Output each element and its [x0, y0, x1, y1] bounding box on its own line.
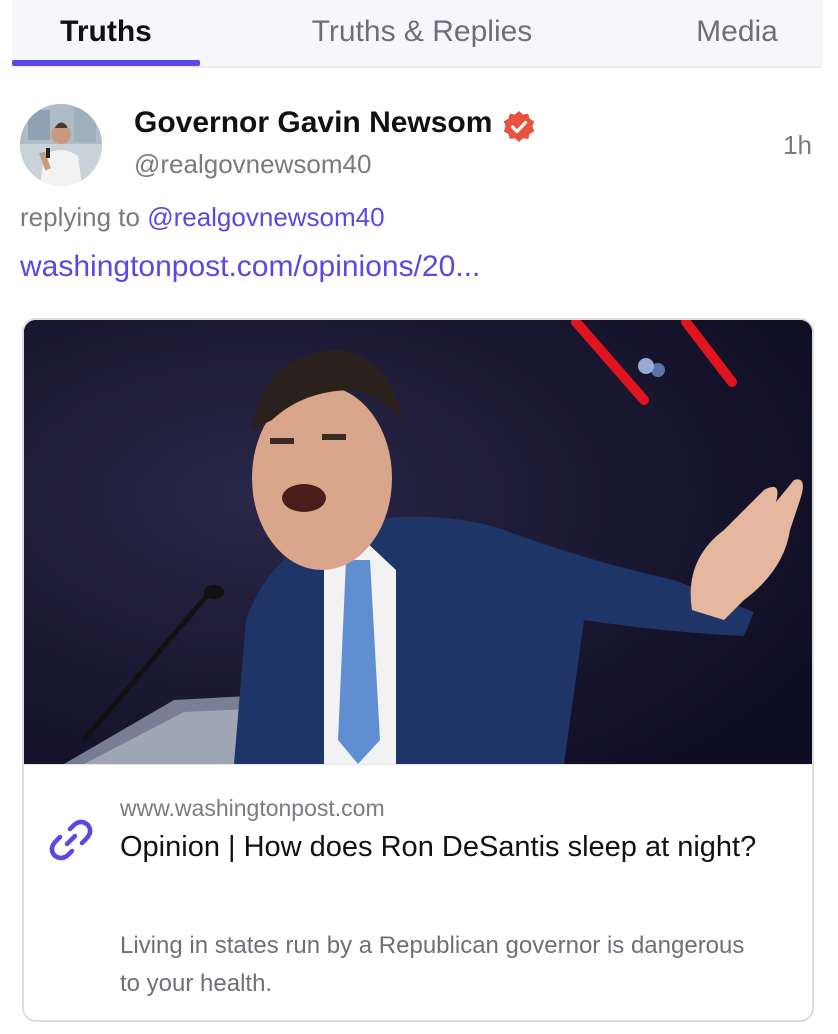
- tab-truths-and-replies-label: Truths & Replies: [311, 15, 533, 48]
- card-preview-image: [24, 320, 812, 764]
- avatar[interactable]: [20, 104, 102, 186]
- card-body: www.washingtonpost.com Opinion | How doe…: [24, 764, 812, 1020]
- profile-tabs: Truths Truths & Replies Media: [12, 0, 822, 68]
- tab-media[interactable]: Media: [672, 0, 802, 64]
- post-timestamp: 1h: [783, 130, 812, 160]
- post-link[interactable]: washingtonpost.com/opinions/20...: [20, 250, 480, 284]
- active-tab-indicator: [12, 60, 200, 66]
- tab-truths-label: Truths: [60, 15, 152, 48]
- tab-media-label: Media: [696, 15, 778, 48]
- card-description: Living in states run by a Republican gov…: [120, 932, 745, 997]
- replying-to: replying to @realgovnewsom40: [20, 202, 385, 233]
- tab-truths[interactable]: Truths: [12, 0, 200, 66]
- verified-badge-icon: [502, 110, 536, 144]
- author-handle[interactable]: @realgovnewsom40: [134, 149, 371, 180]
- replying-mention-link[interactable]: @realgovnewsom40: [147, 202, 384, 232]
- replying-prefix: replying to: [20, 202, 148, 232]
- tab-truths-and-replies[interactable]: Truths & Replies: [282, 0, 562, 64]
- link-preview-card[interactable]: www.washingtonpost.com Opinion | How doe…: [22, 318, 814, 1022]
- avatar-image: [20, 104, 102, 186]
- link-icon: [48, 817, 94, 863]
- author-name[interactable]: Governor Gavin Newsom: [134, 106, 492, 140]
- card-title[interactable]: Opinion | How does Ron DeSantis sleep at…: [120, 827, 760, 867]
- card-domain: www.washingtonpost.com: [120, 795, 385, 821]
